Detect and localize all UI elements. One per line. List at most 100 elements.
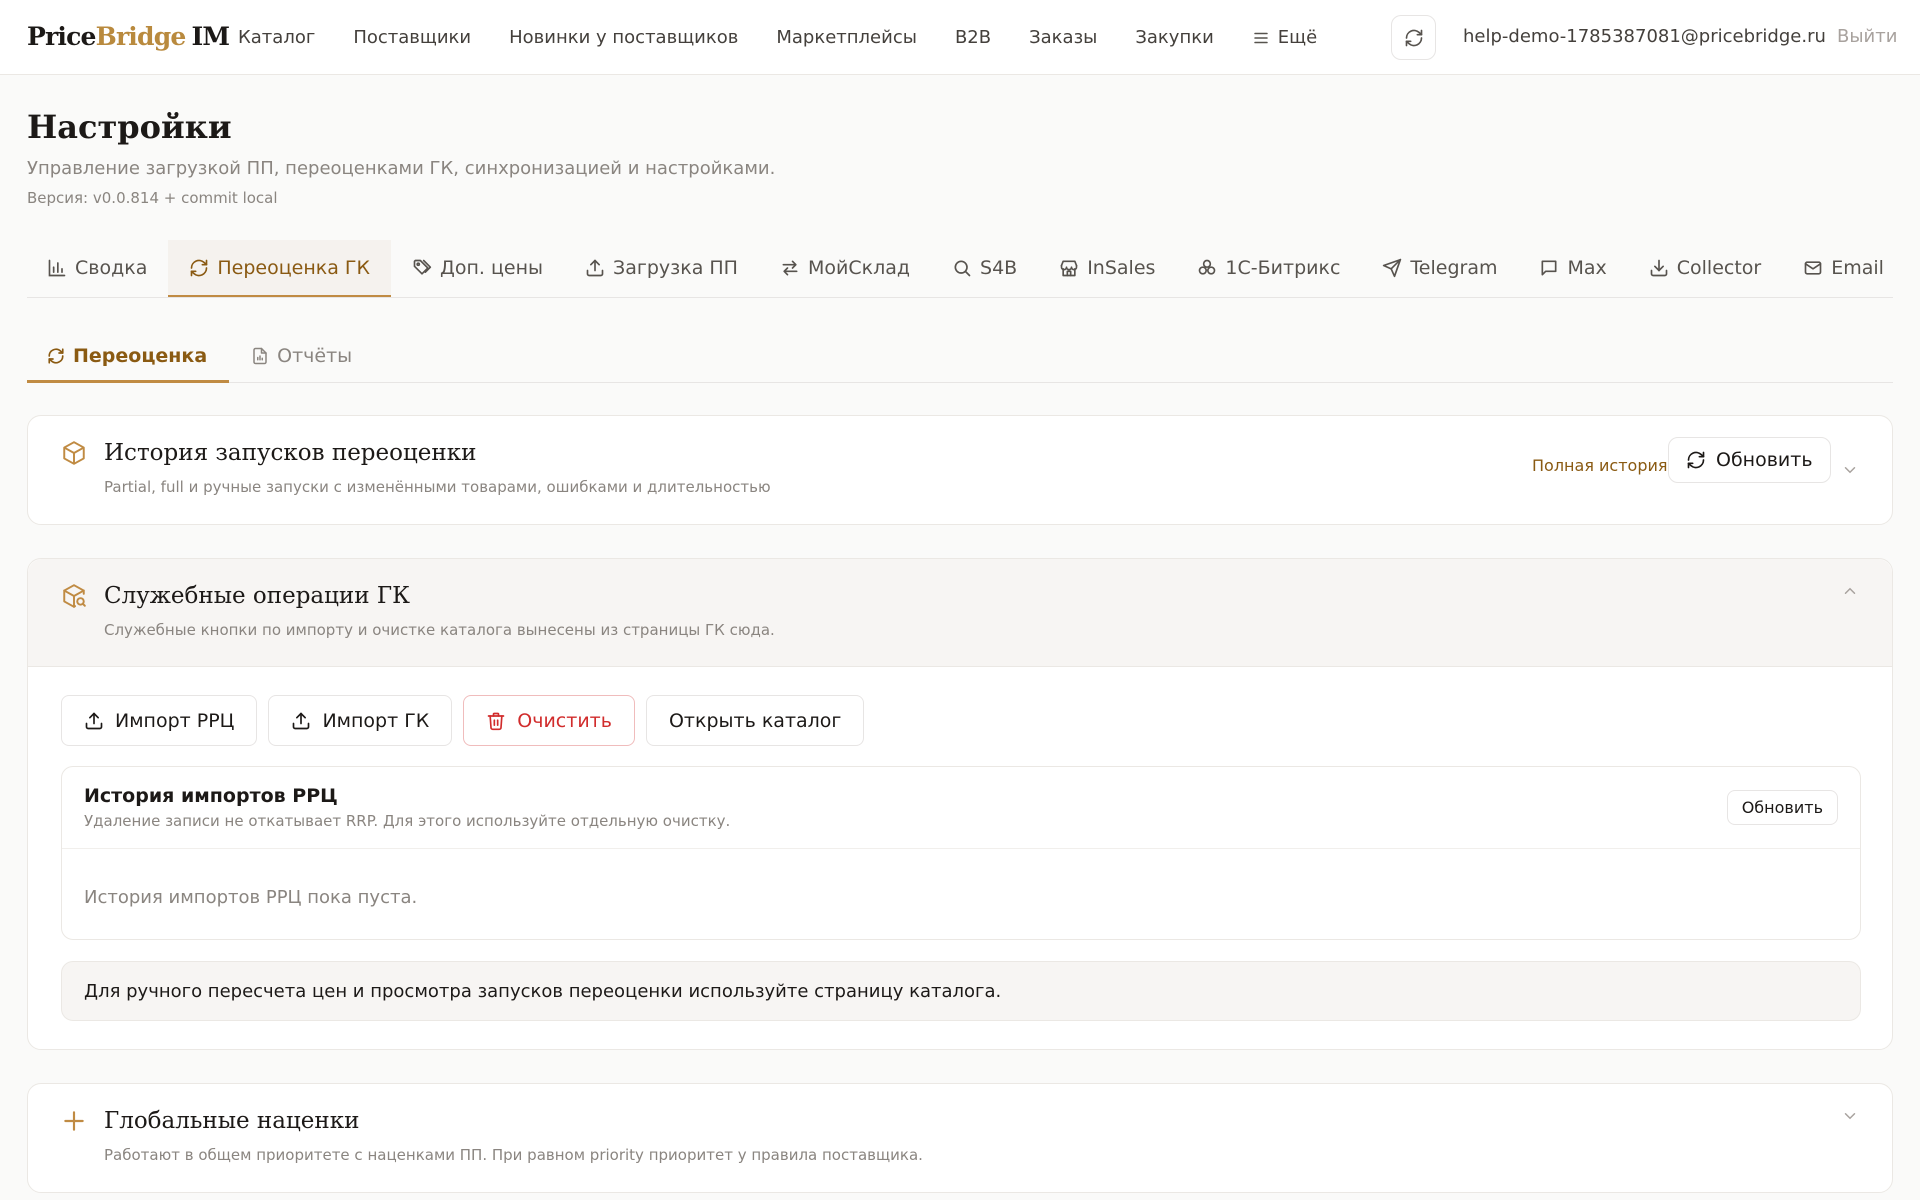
- tab-insales[interactable]: InSales: [1038, 240, 1176, 297]
- service-ops-card: Служебные операции ГК Служебные кнопки п…: [27, 558, 1893, 1050]
- nav-marketplaces[interactable]: Маркетплейсы: [776, 27, 917, 48]
- tab-max[interactable]: Max: [1518, 240, 1627, 297]
- subtab-reports-label: Отчёты: [277, 345, 353, 367]
- brand-part-3: IM: [191, 22, 230, 51]
- rrp-import-history: История импортов РРЦ Удаление записи не …: [61, 766, 1861, 940]
- global-markups-title: Глобальные наценки: [104, 1108, 360, 1134]
- rrp-history-header: История импортов РРЦ Удаление записи не …: [62, 767, 1860, 849]
- nav-more[interactable]: Ещё: [1252, 27, 1317, 48]
- tab-reprice[interactable]: Переоценка ГК: [168, 240, 391, 297]
- service-ops-title: Служебные операции ГК: [104, 583, 410, 609]
- refresh-icon: [189, 258, 209, 278]
- upload-icon: [585, 258, 605, 278]
- tab-upload-label: Загрузка ПП: [613, 256, 738, 279]
- open-catalog-button[interactable]: Открыть каталог: [645, 695, 865, 746]
- message-icon: [1539, 258, 1559, 278]
- clear-catalog-button[interactable]: Очистить: [463, 695, 635, 746]
- subtab-reprice-label: Переоценка: [73, 345, 208, 367]
- global-refresh-button[interactable]: [1391, 15, 1436, 60]
- tab-telegram[interactable]: Telegram: [1361, 240, 1518, 297]
- import-rrp-button[interactable]: Импорт РРЦ: [61, 695, 258, 746]
- reprice-history-desc: Partial, full и ручные запуски с изменён…: [104, 478, 771, 496]
- service-ops-buttons: Импорт РРЦ Импорт ГК Очистить Открыть ка…: [61, 695, 865, 746]
- tags-icon: [412, 258, 432, 278]
- plus-icon: [61, 1108, 87, 1134]
- tab-email[interactable]: Email: [1782, 240, 1893, 297]
- tab-email-label: Email: [1831, 256, 1884, 279]
- nav-more-label: Ещё: [1277, 27, 1318, 48]
- tab-extra-prices-label: Доп. цены: [440, 256, 544, 279]
- bar-chart-icon: [47, 258, 67, 278]
- tab-extra-prices[interactable]: Доп. цены: [391, 240, 564, 297]
- tab-insales-label: InSales: [1087, 256, 1156, 279]
- import-gk-button[interactable]: Импорт ГК: [268, 695, 453, 746]
- rrp-history-title: История импортов РРЦ: [84, 785, 338, 807]
- top-bar: PriceBridge IM Каталог Поставщики Новинки…: [0, 0, 1920, 75]
- rrp-history-refresh-button[interactable]: Обновить: [1726, 790, 1838, 825]
- settings-tabs: Сводка Переоценка ГК Доп. цены Загрузка …: [27, 240, 1893, 298]
- page-title: Настройки: [27, 108, 232, 146]
- tab-bitrix-label: 1С-Битрикс: [1225, 256, 1341, 279]
- reprice-subtabs: Переоценка Отчёты: [27, 332, 1893, 383]
- store-icon: [1059, 258, 1079, 278]
- package-icon: [61, 440, 87, 466]
- nav-purchases[interactable]: Закупки: [1135, 27, 1213, 48]
- reprice-history-header[interactable]: История запусков переоценки Partial, ful…: [28, 416, 1892, 524]
- chevron-up-icon[interactable]: [1841, 582, 1859, 600]
- service-ops-desc: Служебные кнопки по импорту и очистке ка…: [104, 621, 775, 639]
- clear-catalog-label: Очистить: [517, 709, 612, 732]
- tab-s4b[interactable]: S4B: [931, 240, 1038, 297]
- tab-telegram-label: Telegram: [1410, 256, 1498, 279]
- user-email: help-demo-1785387081@pricebridge.ru: [1463, 26, 1826, 47]
- nav-supplier-news[interactable]: Новинки у поставщиков: [509, 27, 738, 48]
- nav-b2b[interactable]: B2B: [955, 27, 991, 48]
- mail-icon: [1803, 258, 1823, 278]
- service-ops-header[interactable]: Служебные операции ГК Служебные кнопки п…: [28, 559, 1892, 667]
- full-history-link[interactable]: Полная история: [1532, 456, 1668, 475]
- main-nav: Каталог Поставщики Новинки у поставщиков…: [238, 0, 1317, 75]
- rrp-history-desc: Удаление записи не откатывает RRP. Для э…: [84, 812, 731, 830]
- global-markups-card: Глобальные наценки Работают в общем прио…: [27, 1083, 1893, 1193]
- menu-icon: [1252, 29, 1270, 47]
- tab-max-label: Max: [1567, 256, 1607, 279]
- tab-collector[interactable]: Collector: [1628, 240, 1782, 297]
- package-search-icon: [61, 583, 87, 609]
- boxes-icon: [1197, 258, 1217, 278]
- upload-icon: [291, 711, 311, 731]
- global-markups-header[interactable]: Глобальные наценки Работают в общем прио…: [28, 1084, 1892, 1192]
- trash-icon: [486, 711, 506, 731]
- nav-catalog[interactable]: Каталог: [238, 27, 315, 48]
- file-chart-icon: [251, 347, 269, 365]
- tab-summary[interactable]: Сводка: [27, 240, 168, 297]
- chevron-down-icon[interactable]: [1841, 1107, 1859, 1125]
- download-icon: [1649, 258, 1669, 278]
- send-icon: [1382, 258, 1402, 278]
- subtab-reprice[interactable]: Переоценка: [27, 332, 230, 383]
- chevron-down-icon[interactable]: [1841, 461, 1859, 479]
- search-icon: [952, 258, 972, 278]
- import-gk-label: Импорт ГК: [322, 709, 430, 732]
- history-refresh-label: Обновить: [1716, 449, 1813, 471]
- nav-suppliers[interactable]: Поставщики: [353, 27, 471, 48]
- tab-upload[interactable]: Загрузка ПП: [564, 240, 759, 297]
- catalog-note: Для ручного пересчета цен и просмотра за…: [61, 961, 1861, 1021]
- refresh-icon: [1404, 28, 1424, 48]
- page-subtitle: Управление загрузкой ПП, переоценками ГК…: [27, 158, 776, 179]
- logout-link[interactable]: Выйти: [1837, 26, 1897, 47]
- brand-logo[interactable]: PriceBridge IM: [27, 22, 230, 51]
- subtab-reports[interactable]: Отчёты: [229, 332, 374, 383]
- arrows-exchange-icon: [780, 258, 800, 278]
- nav-orders[interactable]: Заказы: [1029, 27, 1097, 48]
- brand-part-2: Bridge: [95, 22, 187, 51]
- refresh-icon: [1686, 450, 1706, 470]
- tab-summary-label: Сводка: [75, 256, 148, 279]
- tab-moysklad[interactable]: МойСклад: [759, 240, 931, 297]
- refresh-icon: [47, 347, 65, 365]
- tab-collector-label: Collector: [1676, 256, 1762, 279]
- tab-bitrix[interactable]: 1С-Битрикс: [1176, 240, 1361, 297]
- upload-icon: [84, 711, 104, 731]
- import-rrp-label: Импорт РРЦ: [115, 709, 235, 732]
- global-markups-desc: Работают в общем приоритете с наценками …: [104, 1146, 923, 1164]
- reprice-history-card: История запусков переоценки Partial, ful…: [27, 415, 1893, 525]
- history-refresh-button[interactable]: Обновить: [1668, 437, 1831, 483]
